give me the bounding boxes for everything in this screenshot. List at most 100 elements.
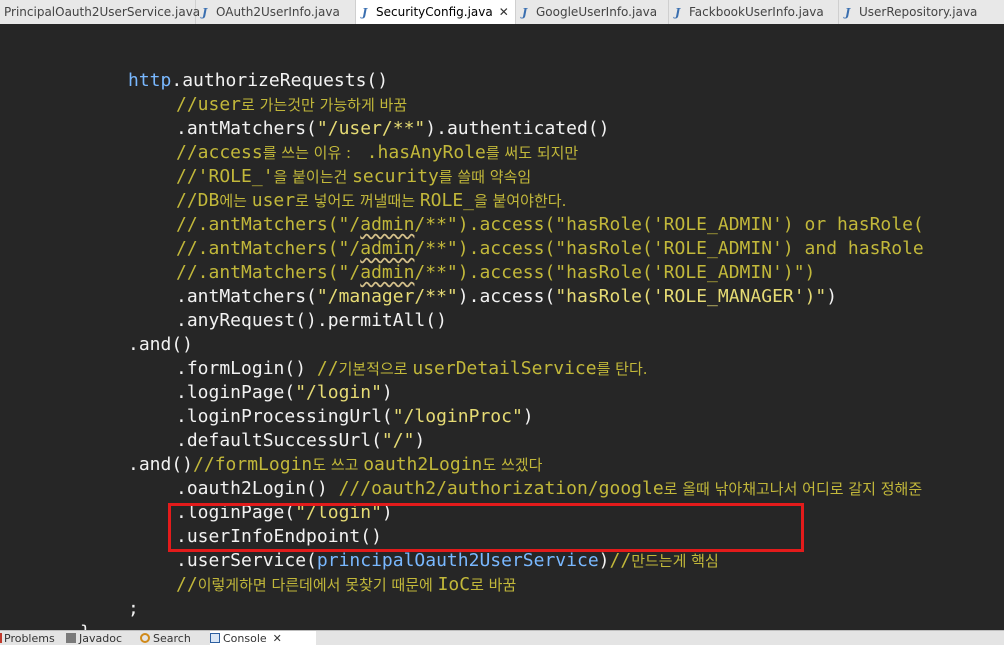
- code-line: 42 //.antMatchers("/admin/**").access("h…: [0, 189, 924, 259]
- code-token: .loginPage(: [176, 382, 296, 403]
- code-token: .oauth2Login(): [176, 478, 339, 499]
- code-token: security: [352, 166, 439, 187]
- tab-search[interactable]: Search: [140, 631, 210, 645]
- code-line: 47 .formLogin() //기본적으로 userDetailServic…: [0, 309, 648, 379]
- code-line: 48 .loginPage("/login"): [0, 333, 393, 403]
- code-token: }: [80, 621, 91, 630]
- code-token: ): [381, 382, 393, 403]
- tab-principal-oauth2-user-service[interactable]: PrincipalOauth2UserService.java: [0, 0, 200, 24]
- code-token: .defaultSuccessUrl(: [176, 430, 382, 451]
- close-icon[interactable]: ✕: [273, 632, 282, 645]
- code-line: 56 //이렇게하면 다른데에서 못찾기 때문에 IoC로 바꿈: [0, 525, 516, 595]
- code-token: //DB: [176, 190, 220, 211]
- code-token: user: [251, 190, 296, 211]
- code-token: //: [609, 550, 632, 571]
- code-token: //access: [176, 142, 263, 163]
- code-line: 43 //.antMatchers("/admin/**").access("h…: [0, 213, 815, 283]
- code-token: .and(): [128, 334, 194, 355]
- code-token: userDetailService: [412, 358, 597, 379]
- code-token: ///oauth2/authorization/google: [338, 478, 664, 499]
- code-token: http: [128, 70, 172, 91]
- code-token: ): [522, 406, 534, 427]
- code-token: .and(): [128, 454, 194, 475]
- tab-problems[interactable]: Problems: [0, 631, 66, 645]
- code-token: admin: [360, 238, 415, 259]
- code-token: 를 쓰는 이유 :: [262, 144, 356, 162]
- code-line: 41 //.antMatchers("/admin/**").access("h…: [0, 165, 924, 235]
- tab-label: Problems: [4, 631, 55, 645]
- code-token: .formLogin(): [176, 358, 317, 379]
- code-token: 로 올때 낚아채고나서 어디로 갈지 정해준: [663, 480, 923, 498]
- code-line: 45 .anyRequest().permitAll(): [0, 261, 447, 331]
- code-token: ): [598, 550, 610, 571]
- java-file-icon: J: [522, 5, 528, 19]
- code-token: ): [826, 286, 838, 307]
- search-icon: [140, 633, 150, 643]
- code-line: 55 .userService(principalOauth2UserServi…: [0, 501, 719, 571]
- code-token: //.antMatchers("/: [176, 262, 361, 283]
- java-file-icon: J: [362, 5, 368, 19]
- code-line: 59 }: [0, 597, 43, 621]
- tab-label: PrincipalOauth2UserService.java: [4, 5, 201, 19]
- code-token: 도 쓰고: [312, 456, 364, 474]
- java-file-icon: J: [845, 5, 851, 19]
- code-line: 58 }: [0, 573, 91, 630]
- code-token: ROLE_: [419, 190, 474, 211]
- code-token: .userService(: [176, 550, 317, 571]
- code-token: 만드는게 핵심: [631, 552, 719, 570]
- code-token: IoC: [437, 574, 471, 595]
- code-token: //: [316, 358, 339, 379]
- code-token: //.antMatchers("/: [176, 214, 361, 235]
- code-token: "/loginProc": [392, 406, 523, 427]
- highlight-annotation-box: [168, 503, 804, 552]
- code-token: 을 붙이는건: [273, 168, 353, 186]
- code-token: "/login": [295, 382, 382, 403]
- tab-label: Javadoc: [79, 631, 122, 645]
- code-token: .loginProcessingUrl(: [176, 406, 393, 427]
- java-file-icon: J: [675, 5, 681, 19]
- tab-label: Search: [153, 631, 191, 645]
- code-token: //user: [176, 94, 242, 115]
- code-token: ;: [128, 598, 139, 619]
- editor-tab-bar: PrincipalOauth2UserService.java J OAuth2…: [0, 0, 1004, 25]
- code-token: ).authenticated(): [425, 118, 610, 139]
- tab-console[interactable]: Console ✕: [210, 631, 316, 645]
- code-token: oauth2Login: [363, 454, 483, 475]
- code-line: 54 .userInfoEndpoint(): [0, 477, 382, 547]
- code-token: .antMatchers(: [176, 118, 317, 139]
- code-token: 로 넣어도 꺼낼때는: [295, 192, 420, 210]
- close-icon[interactable]: ✕: [499, 5, 509, 19]
- code-token: 도 쓰겠다: [482, 456, 543, 474]
- code-token: 를 써도 되지만: [485, 144, 579, 162]
- tab-javadoc[interactable]: Javadoc: [66, 631, 140, 645]
- code-token: "/manager/**": [316, 286, 458, 307]
- tab-google-user-info[interactable]: J GoogleUserInfo.java: [516, 0, 669, 24]
- code-token: .hasAnyRole: [355, 142, 486, 163]
- code-token: "/": [381, 430, 415, 451]
- code-token: 를 탄다.: [596, 360, 648, 378]
- code-line: 51 .and()//formLogin도 쓰고 oauth2Login도 쓰겠…: [0, 405, 542, 475]
- code-line: 35 http.authorizeRequests(): [0, 24, 388, 91]
- code-token: 이렇게하면 다른데에서 못찾기 때문에: [197, 576, 438, 594]
- code-token: 을 붙여야한다.: [474, 192, 567, 210]
- java-file-icon: J: [202, 5, 208, 19]
- code-line: 37 .antMatchers("/user/**").authenticate…: [0, 69, 610, 139]
- tab-label: GoogleUserInfo.java: [536, 5, 658, 19]
- tab-security-config[interactable]: J SecurityConfig.java ✕: [356, 0, 516, 24]
- code-token: admin: [360, 262, 415, 283]
- code-line: 39 //'ROLE_'을 붙이는건 security를 쓸때 약속임: [0, 117, 531, 187]
- code-line: 53 .loginPage("/login"): [0, 453, 393, 523]
- code-token: 기본적으로: [338, 360, 413, 378]
- code-token: 로 바꿈: [470, 576, 517, 594]
- code-line: 38 //access를 쓰는 이유 : .hasAnyRole를 써도 되지만: [0, 93, 578, 163]
- tab-oauth2-user-info[interactable]: J OAuth2UserInfo.java: [196, 0, 356, 24]
- tab-fackbook-user-info[interactable]: J FackbookUserInfo.java: [669, 0, 839, 24]
- tab-label: Console: [223, 631, 267, 645]
- code-token: principalOauth2UserService: [316, 550, 599, 571]
- code-token: 를 쓸때 약속임: [438, 168, 532, 186]
- code-token: .antMatchers(: [176, 286, 317, 307]
- tab-user-repository[interactable]: J UserRepository.java: [839, 0, 1004, 24]
- bottom-panel-tabs: Problems Javadoc Search Console ✕: [0, 630, 1004, 645]
- code-editor[interactable]: 35 http.authorizeRequests() 36 //user로 가…: [0, 24, 1004, 630]
- problems-icon: [0, 633, 2, 643]
